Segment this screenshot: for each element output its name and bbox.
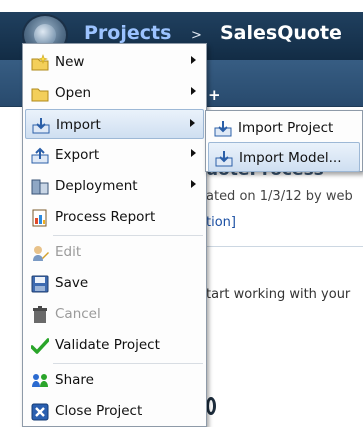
submenu-arrow-icon (191, 180, 196, 188)
menu-item-label: Validate Project (55, 337, 160, 353)
menu-separator (53, 235, 203, 236)
menu-item-label: Deployment (55, 178, 138, 194)
menu-item-label: New (55, 54, 85, 70)
menu-item-validate-project[interactable]: Validate Project (25, 330, 204, 360)
top-link-strip (0, 0, 363, 12)
checkmark-icon (31, 337, 49, 355)
menu-item-close-project[interactable]: Close Project (25, 396, 204, 426)
submenu-arrow-icon (191, 56, 196, 64)
bottom-partial-icon (206, 397, 216, 415)
import-submenu: Import Project Import Model... (205, 110, 363, 172)
menu-item-label: Edit (55, 244, 82, 260)
menu-item-save[interactable]: Save (25, 268, 204, 298)
menu-item-import-project[interactable]: Import Project (208, 113, 360, 143)
menu-item-label: Open (55, 85, 92, 101)
menu-item-new[interactable]: New (25, 47, 204, 77)
menu-separator (53, 363, 203, 364)
menu-item-import[interactable]: Import (25, 109, 204, 139)
edit-description-link[interactable]: tion] (206, 215, 236, 230)
save-icon (31, 275, 49, 293)
breadcrumb-current-project: SalesQuote (220, 22, 342, 44)
add-tab-button[interactable]: + (208, 86, 221, 104)
import-icon (214, 120, 232, 138)
menu-item-label: Save (55, 275, 89, 291)
share-icon (31, 372, 49, 390)
menu-item-cancel: Cancel (25, 299, 204, 329)
menu-item-label: Import (56, 117, 101, 133)
submenu-arrow-icon (190, 119, 195, 127)
menu-item-import-model[interactable]: Import Model... (208, 142, 360, 172)
menu-item-process-report[interactable]: Process Report (25, 202, 204, 232)
deployment-icon (31, 178, 49, 196)
menu-item-label: Cancel (55, 306, 101, 322)
submenu-arrow-icon (191, 149, 196, 157)
menu-item-export[interactable]: Export (25, 140, 204, 170)
divider (206, 246, 363, 247)
menu-item-share[interactable]: Share (25, 365, 204, 395)
new-folder-icon (31, 54, 49, 72)
import-icon (215, 150, 233, 168)
menu-item-label: Import Project (238, 120, 334, 136)
project-context-menu: New Open Import Export Deployment Proces… (22, 43, 207, 427)
export-icon (31, 147, 49, 165)
menu-item-edit: Edit (25, 237, 204, 267)
close-icon (31, 403, 49, 421)
import-icon (32, 117, 50, 135)
menu-item-label: Close Project (55, 403, 143, 419)
menu-item-label: Share (55, 372, 94, 388)
breadcrumb-separator: > (191, 28, 202, 43)
menu-item-deployment[interactable]: Deployment (25, 171, 204, 201)
project-created-info: ated on 1/3/12 by web (206, 189, 353, 204)
cancel-icon (31, 306, 49, 324)
menu-item-label: Export (55, 147, 100, 163)
report-icon (31, 209, 49, 227)
submenu-arrow-icon (191, 87, 196, 95)
folder-icon (31, 85, 49, 103)
menu-item-open[interactable]: Open (25, 78, 204, 108)
menu-item-label: Import Model... (239, 150, 342, 166)
edit-icon (31, 244, 49, 262)
getting-started-hint: tart working with your (206, 287, 351, 302)
menu-item-label: Process Report (55, 209, 156, 225)
breadcrumb-projects-link[interactable]: Projects (84, 22, 171, 44)
